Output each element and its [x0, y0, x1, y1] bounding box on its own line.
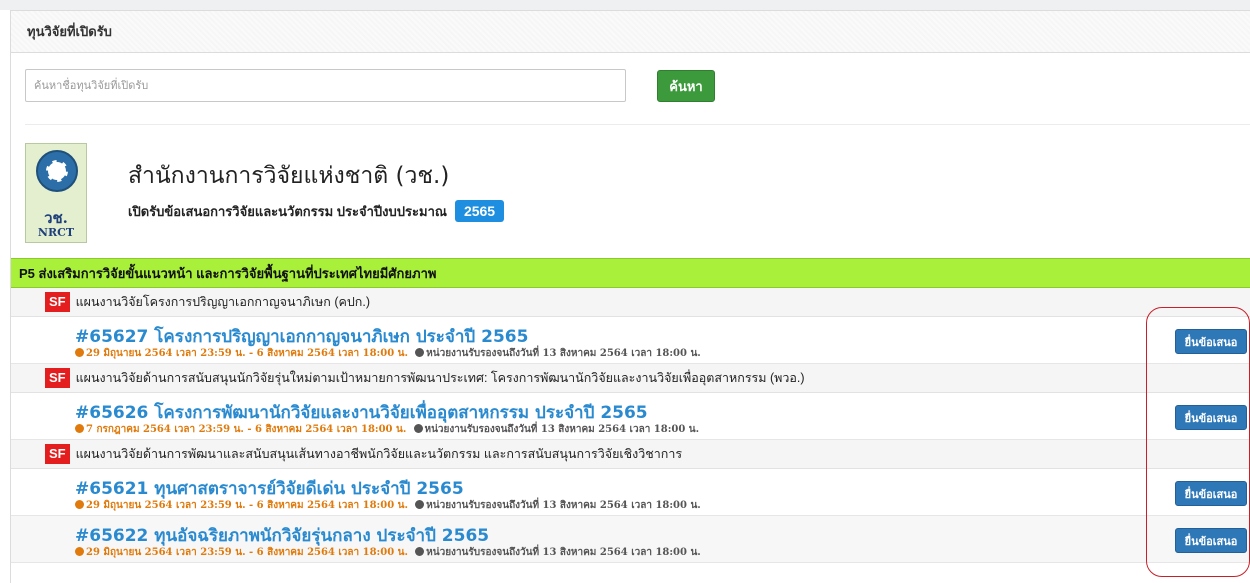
clock-icon [75, 547, 84, 556]
top-bar [0, 0, 1250, 10]
logo-text-en: NRCT [37, 226, 75, 239]
plan-row: SF แผนงานวิจัยโครงการปริญญาเอกกาญจนาภิเษ… [11, 288, 1250, 317]
panel-title: ทุนวิจัยที่เปิดรับ [27, 24, 112, 39]
organization-subtitle: เปิดรับข้อเสนอการวิจัยและนวัตกรรม ประจำป… [128, 200, 505, 222]
grant-deadline: หน่วยงานรับรองจนถึงวันที่ 13 สิงหาคม 256… [424, 424, 700, 435]
logo-emblem-icon [36, 150, 78, 192]
panel-header: ทุนวิจัยที่เปิดรับ [11, 11, 1250, 53]
grant-row: #65621 ทุนศาสตราจารย์วิจัยดีเด่น ประจำปี… [11, 469, 1250, 516]
grant-row: #65627 โครงการปริญญาเอกกาญจนาภิเษก ประจำ… [11, 317, 1250, 364]
plan-row: SF แผนงานวิจัยด้านการพัฒนาและสนับสนุนเส้… [11, 440, 1250, 469]
submit-proposal-button[interactable]: ยื่นข้อเสนอ [1175, 528, 1247, 553]
sf-badge: SF [45, 292, 70, 312]
open-grants-panel: ทุนวิจัยที่เปิดรับ ค้นหา วช. NRCT สำนักง… [10, 10, 1250, 583]
program-header: P5 ส่งเสริมการวิจัยขั้นแนวหน้า และการวิจ… [11, 258, 1250, 288]
grant-deadline: หน่วยงานรับรองจนถึงวันที่ 13 สิงหาคม 256… [426, 500, 701, 511]
nrct-logo: วช. NRCT [25, 143, 87, 243]
organization-header: วช. NRCT สำนักงานการวิจัยแห่งชาติ (วช.) … [25, 143, 1250, 245]
submit-proposal-button[interactable]: ยื่นข้อเสนอ [1175, 405, 1247, 430]
grant-deadline: หน่วยงานรับรองจนถึงวันที่ 13 สิงหาคม 256… [426, 348, 701, 359]
grant-dates: 29 มิถุนายน 2564 เวลา 23:59 น. - 6 สิงหา… [75, 346, 701, 361]
search-bar: ค้นหา [25, 69, 1250, 105]
clock-icon [415, 547, 425, 556]
year-badge: 2565 [454, 200, 505, 222]
search-input[interactable] [25, 69, 626, 102]
sf-badge: SF [45, 444, 70, 464]
search-button[interactable]: ค้นหา [657, 70, 715, 102]
sf-badge: SF [45, 368, 70, 388]
divider [25, 124, 1250, 125]
grant-period: 29 มิถุนายน 2564 เวลา 23:59 น. - 6 สิงหา… [86, 500, 408, 511]
submit-proposal-button[interactable]: ยื่นข้อเสนอ [1175, 481, 1247, 506]
clock-icon [415, 348, 425, 357]
grant-period: 7 กรกฎาคม 2564 เวลา 23:59 น. - 6 สิงหาคม… [86, 424, 407, 435]
plan-row: SF แผนงานวิจัยด้านการสนับสนุนนักวิจัยรุ่… [11, 364, 1250, 393]
grant-dates: 29 มิถุนายน 2564 เวลา 23:59 น. - 6 สิงหา… [75, 498, 701, 513]
grant-period: 29 มิถุนายน 2564 เวลา 23:59 น. - 6 สิงหา… [86, 348, 408, 359]
grant-dates: 29 มิถุนายน 2564 เวลา 23:59 น. - 6 สิงหา… [75, 545, 701, 560]
organization-name: สำนักงานการวิจัยแห่งชาติ (วช.) [128, 163, 450, 189]
clock-icon [413, 424, 423, 433]
grant-deadline: หน่วยงานรับรองจนถึงวันที่ 13 สิงหาคม 256… [426, 547, 701, 558]
clock-icon [75, 424, 84, 433]
clock-icon [75, 500, 84, 509]
grant-dates: 7 กรกฎาคม 2564 เวลา 23:59 น. - 6 สิงหาคม… [75, 422, 699, 437]
submit-proposal-button[interactable]: ยื่นข้อเสนอ [1175, 329, 1247, 354]
plan-label: แผนงานวิจัยด้านการสนับสนุนนักวิจัยรุ่นให… [75, 371, 805, 385]
grant-period: 29 มิถุนายน 2564 เวลา 23:59 น. - 6 สิงหา… [86, 547, 408, 558]
grant-row: #65622 ทุนอัจฉริยภาพนักวิจัยรุ่นกลาง ประ… [11, 516, 1250, 563]
grant-row: #65626 โครงการพัฒนานักวิจัยและงานวิจัยเพ… [11, 393, 1250, 440]
clock-icon [75, 348, 84, 357]
plan-label: แผนงานวิจัยโครงการปริญญาเอกกาญจนาภิเษก (… [75, 295, 370, 309]
subtitle-text: เปิดรับข้อเสนอการวิจัยและนวัตกรรม ประจำป… [128, 203, 447, 219]
clock-icon [415, 500, 425, 509]
plan-label: แผนงานวิจัยด้านการพัฒนาและสนับสนุนเส้นทา… [75, 447, 683, 461]
